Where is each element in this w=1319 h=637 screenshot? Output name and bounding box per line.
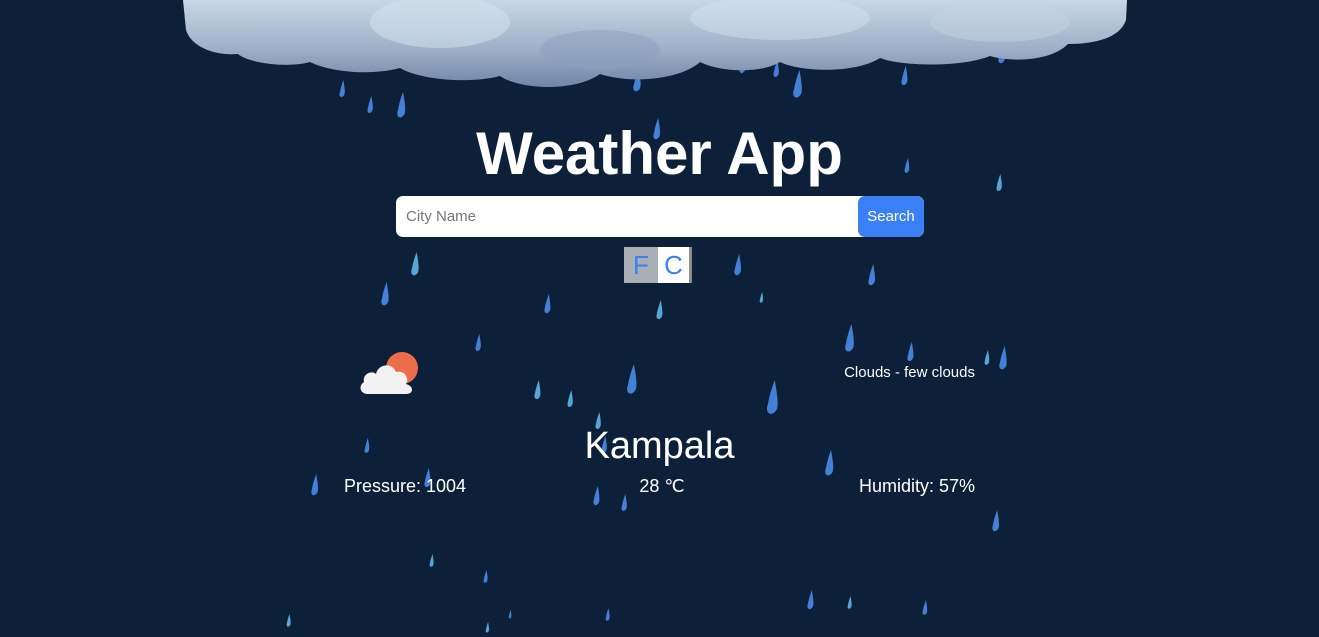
raindrop <box>847 596 852 609</box>
raindrop <box>605 608 610 621</box>
raindrop <box>475 334 481 351</box>
raindrop <box>922 600 928 615</box>
raindrop <box>992 510 1000 532</box>
app-stage: Weather App Search F C Clouds - few clou… <box>0 0 1319 637</box>
unit-toggle: F C <box>624 247 692 283</box>
raindrop <box>627 364 637 394</box>
raindrop <box>656 300 663 320</box>
raindrop <box>483 570 488 583</box>
raindrop <box>534 380 541 400</box>
search-button[interactable]: Search <box>858 196 924 237</box>
weather-description: Clouds - few clouds <box>844 364 975 381</box>
raindrop <box>311 474 319 496</box>
raindrop <box>845 324 854 352</box>
raindrop <box>485 622 490 633</box>
raindrop <box>567 390 573 407</box>
raindrop <box>286 614 291 627</box>
raindrop <box>759 292 764 303</box>
celsius-button[interactable]: C <box>658 247 692 283</box>
humidity-value: Humidity: 57% <box>858 476 975 496</box>
temperature-value: 28 ℃ <box>639 476 685 496</box>
raindrop <box>984 350 990 365</box>
few-clouds-day-icon <box>360 352 418 394</box>
storm-cloud-image <box>183 0 1127 87</box>
raindrop <box>766 380 778 414</box>
raindrop <box>508 610 512 619</box>
city-search-input[interactable] <box>396 196 858 237</box>
raindrop <box>381 282 389 306</box>
raindrop <box>807 590 814 610</box>
raindrop <box>907 342 914 362</box>
raindrop <box>544 294 551 314</box>
city-name: Kampala <box>584 425 735 467</box>
pressure-value: Pressure: 1004 <box>344 476 467 496</box>
fahrenheit-button[interactable]: F <box>624 247 658 283</box>
raindrop <box>734 254 742 276</box>
raindrop <box>411 252 419 276</box>
page-title: Weather App <box>476 120 843 187</box>
raindrop <box>999 346 1007 370</box>
raindrop <box>868 264 876 286</box>
raindrop <box>429 554 434 567</box>
search-bar: Search <box>396 196 924 237</box>
